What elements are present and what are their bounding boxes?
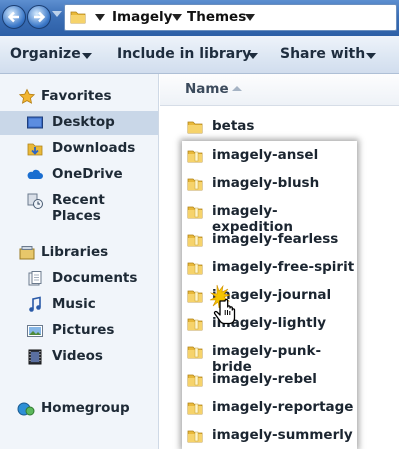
- nav-item-label: Recent Places: [52, 192, 105, 224]
- nav-item-label: Pictures: [52, 322, 115, 338]
- folder-icon: [187, 374, 203, 387]
- folder-icon: [187, 150, 203, 163]
- hand-cursor-icon: [209, 284, 236, 325]
- organize-button[interactable]: Organize: [10, 46, 81, 62]
- nav-item-label: OneDrive: [52, 166, 123, 182]
- chevron-down-icon: [366, 53, 376, 59]
- file-name: betas: [212, 118, 255, 134]
- list-item-folder[interactable]: imagely-summerly: [182, 424, 357, 448]
- list-item-folder[interactable]: imagely-ansel: [182, 144, 357, 168]
- file-name: imagely-summerly: [212, 427, 353, 443]
- breadcrumb-item-imagely[interactable]: Imagely: [112, 9, 172, 25]
- videos-icon: [28, 349, 42, 365]
- nav-item-label: Documents: [52, 270, 138, 286]
- include-in-library-button[interactable]: Include in library: [117, 46, 251, 62]
- nav-item-label: Desktop: [52, 114, 115, 130]
- list-item-folder[interactable]: imagely-punk-bride: [182, 340, 357, 375]
- file-name: imagely-free-spirit: [212, 259, 355, 275]
- nav-item-pictures[interactable]: Pictures: [0, 319, 158, 343]
- list-item-folder[interactable]: imagely-rebel: [182, 368, 357, 392]
- list-item-folder[interactable]: imagely-reportage: [182, 396, 357, 420]
- folder-icon: [187, 430, 203, 443]
- libraries-icon: [19, 246, 35, 260]
- nav-item-label: Music: [52, 296, 96, 312]
- arrow-right-icon: [34, 11, 46, 23]
- share-with-button[interactable]: Share with: [280, 46, 365, 62]
- nav-item-documents[interactable]: Documents: [0, 267, 158, 291]
- breadcrumb-chevron-icon[interactable]: [245, 14, 255, 21]
- nav-group-favorites[interactable]: Favorites: [0, 85, 158, 109]
- list-item-folder[interactable]: imagely-free-spirit: [182, 256, 357, 280]
- nav-group-homegroup[interactable]: Homegroup: [0, 397, 158, 421]
- column-header-label: Name: [185, 81, 229, 97]
- back-button[interactable]: [2, 5, 26, 29]
- file-name: imagely-blush: [212, 175, 320, 191]
- nav-item-recent-places[interactable]: Recent Places: [0, 189, 158, 224]
- documents-icon: [28, 271, 42, 286]
- downloads-icon: [27, 143, 43, 156]
- homegroup-icon: [17, 402, 35, 416]
- desktop-icon: [27, 116, 43, 129]
- onedrive-icon: [27, 169, 43, 179]
- folder-icon: [70, 11, 86, 24]
- nav-item-downloads[interactable]: Downloads: [0, 137, 158, 161]
- arrow-left-icon: [7, 11, 19, 23]
- list-item-folder[interactable]: imagely-blush: [182, 172, 357, 196]
- nav-group-label: Favorites: [41, 88, 112, 104]
- recent-places-icon: [27, 193, 43, 209]
- command-toolbar: Organize Include in library Share with: [0, 36, 399, 74]
- breadcrumb-chevron-icon[interactable]: [172, 14, 182, 21]
- file-name: imagely-rebel: [212, 371, 317, 387]
- nav-item-onedrive[interactable]: OneDrive: [0, 163, 158, 187]
- list-item-folder[interactable]: imagely-expedition: [182, 200, 357, 235]
- sort-ascending-icon: [232, 86, 242, 91]
- nav-item-label: Videos: [52, 348, 103, 364]
- nav-item-desktop[interactable]: Desktop: [0, 111, 158, 135]
- folder-icon: [187, 402, 203, 415]
- list-item-folder[interactable]: betas: [160, 115, 399, 139]
- file-name: imagely-fearless: [212, 231, 339, 247]
- address-bar: Imagely Themes: [0, 0, 399, 36]
- chevron-down-icon: [248, 53, 258, 59]
- folder-icon: [187, 290, 203, 303]
- star-icon: [18, 88, 36, 104]
- pictures-icon: [27, 325, 43, 337]
- nav-group-label: Libraries: [41, 244, 109, 260]
- folder-icon: [187, 234, 203, 247]
- folder-icon: [187, 262, 203, 275]
- nav-group-label: Homegroup: [41, 400, 130, 416]
- nav-item-videos[interactable]: Videos: [0, 345, 158, 369]
- address-box[interactable]: Imagely Themes: [64, 4, 397, 31]
- nav-item-music[interactable]: Music: [0, 293, 158, 317]
- navigation-pane: Favorites Desktop Downloads OneDrive Rec…: [0, 74, 159, 449]
- folder-icon: [187, 178, 203, 191]
- breadcrumb-chevron-icon[interactable]: [95, 14, 105, 21]
- folder-icon: [187, 121, 203, 134]
- recent-pages-chevron-icon[interactable]: [52, 11, 62, 17]
- breadcrumb-item-themes[interactable]: Themes: [187, 9, 246, 25]
- nav-group-libraries[interactable]: Libraries: [0, 241, 158, 265]
- nav-item-label: Downloads: [52, 140, 136, 156]
- forward-button[interactable]: [27, 5, 51, 29]
- folder-icon: [187, 346, 203, 359]
- folder-icon: [187, 206, 203, 219]
- list-item-folder[interactable]: imagely-fearless: [182, 228, 357, 252]
- folder-icon: [187, 318, 203, 331]
- file-name: imagely-ansel: [212, 147, 319, 163]
- column-header-name[interactable]: Name: [160, 74, 399, 106]
- file-name: imagely-reportage: [212, 399, 354, 415]
- chevron-down-icon: [82, 53, 92, 59]
- music-icon: [29, 296, 41, 312]
